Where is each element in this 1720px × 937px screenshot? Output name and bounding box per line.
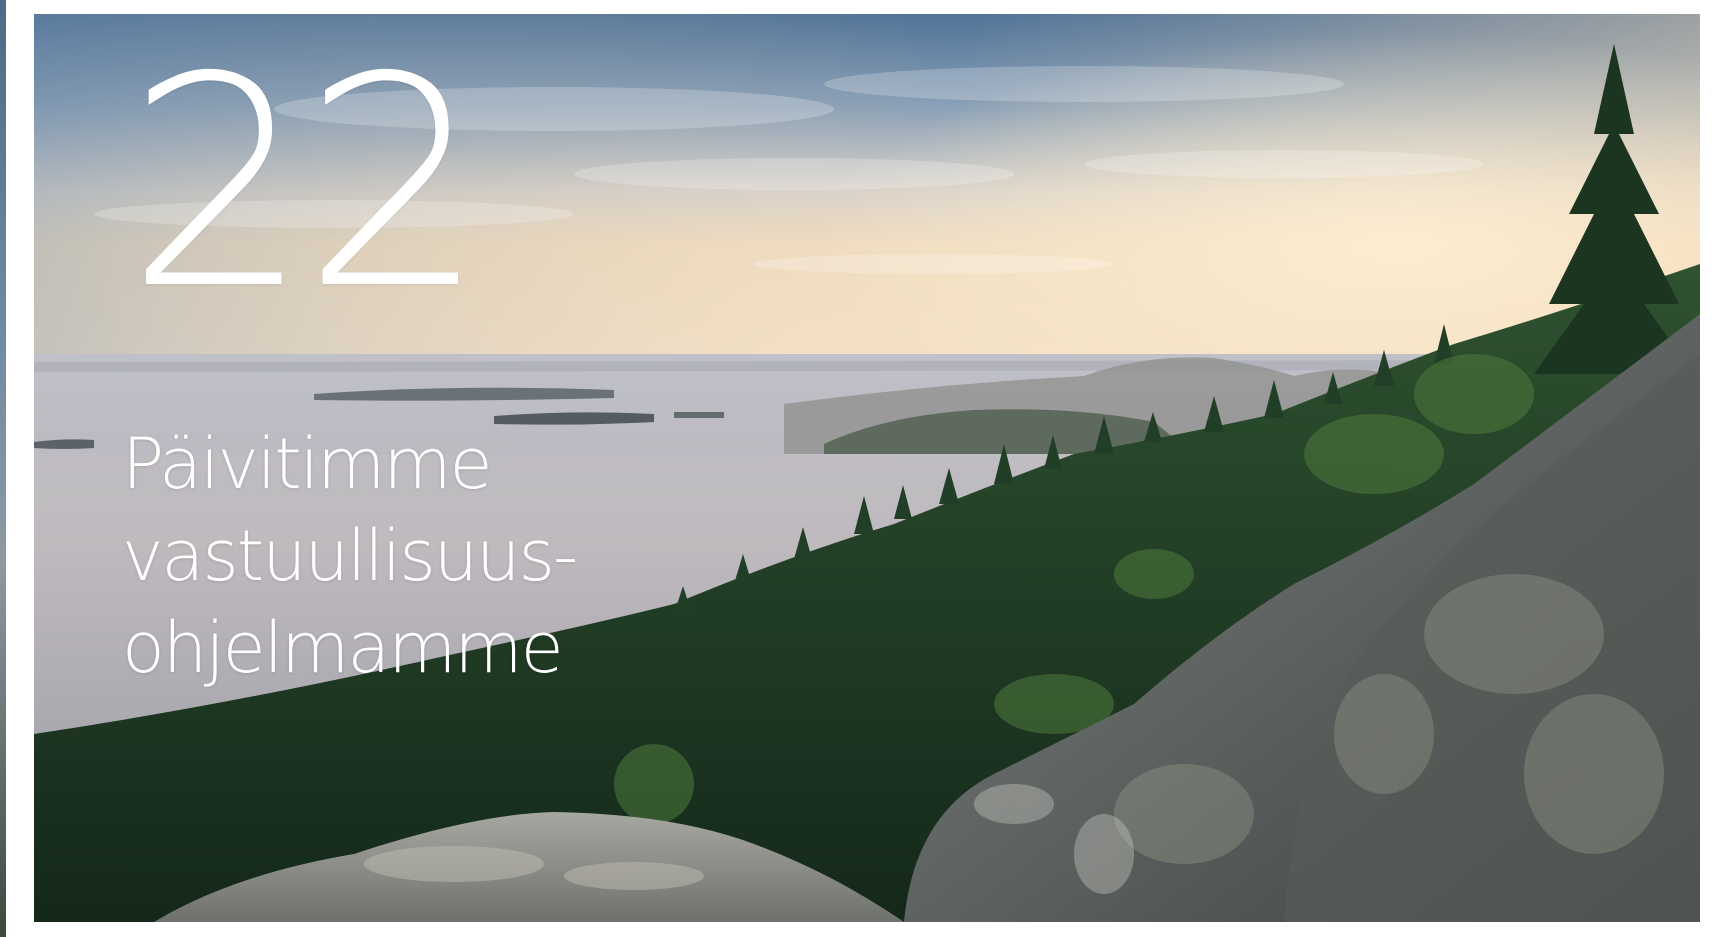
hero-card[interactable]: 22 Päivitimme vastuullisuus- ohjelmamme	[34, 14, 1700, 922]
left-gutter	[6, 0, 34, 937]
hero-title-line: Päivitimme	[122, 423, 493, 505]
hero-title-line: ohjelmamme	[122, 607, 564, 689]
hero-title: Päivitimme vastuullisuus- ohjelmamme	[122, 418, 682, 694]
right-gutter	[1700, 0, 1720, 937]
page: 22 Päivitimme vastuullisuus- ohjelmamme	[0, 0, 1720, 937]
hero-number: 22	[126, 16, 487, 353]
hero-title-line: vastuullisuus-	[122, 515, 578, 597]
